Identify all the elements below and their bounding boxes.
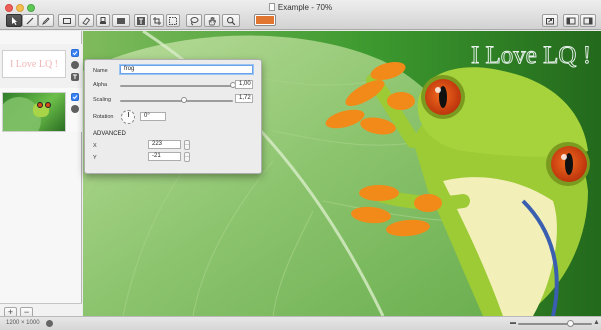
text-tool-button[interactable] [134,14,148,27]
sidebar-icon [566,17,576,24]
text-layer-type-icon [71,73,79,81]
layer-thumbnail-image [2,92,66,132]
checkmark-icon [72,51,78,56]
layers-sidebar: I Love LQ ! + − [0,31,82,330]
inspector-toggle-button[interactable] [580,14,596,27]
name-field[interactable]: frog [120,65,253,74]
thumbnail-frog-eye [45,102,51,108]
window-title: Example - 70% [0,3,601,12]
layer-row-frog[interactable] [0,88,82,132]
stamp-tool-button[interactable] [96,14,110,27]
x-stepper[interactable] [184,140,190,150]
layer-link-icon[interactable] [71,105,79,113]
marquee-icon [169,16,177,25]
rotation-dial-indicator [128,112,129,117]
fill-color-well[interactable] [254,14,276,26]
rotation-field[interactable]: 0° [140,112,166,121]
frog-eye-highlight [435,87,441,93]
crop-tool-button[interactable] [150,14,164,27]
x-label: X [93,143,97,149]
hand-icon [208,16,217,25]
eraser-icon [82,16,91,25]
rectangle-icon [63,17,71,24]
y-stepper[interactable] [184,152,190,162]
name-label: Name [93,68,108,74]
alpha-slider[interactable] [120,85,233,87]
layer-row-text[interactable]: I Love LQ ! [0,44,82,88]
shape-tool-button[interactable] [58,14,76,27]
text-icon [73,74,77,79]
window-title-text: Example - 70% [277,3,333,12]
lasso-tool-button[interactable] [186,14,202,27]
pointer-tool-button[interactable] [6,14,22,27]
checkmark-icon [72,95,78,100]
crop-icon [153,16,161,25]
fill-tool-button[interactable] [112,14,130,27]
scaling-slider[interactable] [120,100,233,102]
advanced-section-title: ADVANCED [93,131,126,137]
sidebar-toggle-button[interactable] [563,14,579,27]
scaling-label: Scaling [93,97,112,103]
inspector-icon [583,17,593,24]
fill-color-swatch [256,16,274,24]
rotation-label: Rotation [93,114,114,120]
y-field[interactable]: -21 [148,152,181,161]
document-icon [268,3,275,11]
title-bar: Example - 70% [0,0,601,30]
text-icon [137,16,145,25]
visibility-checkbox[interactable] [71,93,79,101]
hand-tool-button[interactable] [204,14,220,27]
inspector-panel: Name frog Alpha 1,00 Scaling 1,72 Rotati… [84,59,262,174]
zoom-out-icon[interactable]: ▬ [510,320,516,326]
pen-icon [41,16,50,25]
scaling-field[interactable]: 1,72 [235,94,253,103]
rotation-dial[interactable] [121,110,135,124]
image-size-text: 1200 × 1000 [6,320,40,326]
info-icon[interactable] [46,320,53,327]
fill-icon [117,17,125,24]
line-tool-button[interactable] [22,14,38,27]
alpha-field[interactable]: 1,00 [235,80,253,89]
stamp-icon [100,16,106,24]
pointer-icon [12,16,17,25]
y-label: Y [93,155,97,161]
selection-tool-button[interactable] [166,14,180,27]
thumbnail-frog-eye [37,102,43,108]
layer-link-icon[interactable] [71,61,79,69]
app-window: Example - 70% I Love LQ ! + − I Love LQ … [0,0,601,330]
magnifier-icon [226,16,236,25]
status-bar: 1200 × 1000 ▬ ▲ [0,316,601,330]
canvas-overlay-text[interactable]: I Love LQ ! [471,42,592,70]
zoom-in-icon[interactable]: ▲ [593,319,600,326]
zoom-tool-button[interactable] [222,14,240,27]
eraser-tool-button[interactable] [78,14,94,27]
lasso-icon [190,16,199,25]
zoom-slider[interactable] [518,323,592,325]
zoom-slider-knob[interactable] [566,320,574,327]
visibility-checkbox[interactable] [71,49,79,57]
x-field[interactable]: 223 [148,140,181,149]
line-icon [26,17,34,24]
share-icon [546,17,554,24]
frog-eye-highlight [561,154,567,160]
layer-thumbnail-text: I Love LQ ! [2,50,66,78]
alpha-label: Alpha [93,82,108,88]
pen-tool-button[interactable] [38,14,54,27]
scaling-slider-knob[interactable] [181,97,188,103]
share-button[interactable] [542,14,558,27]
